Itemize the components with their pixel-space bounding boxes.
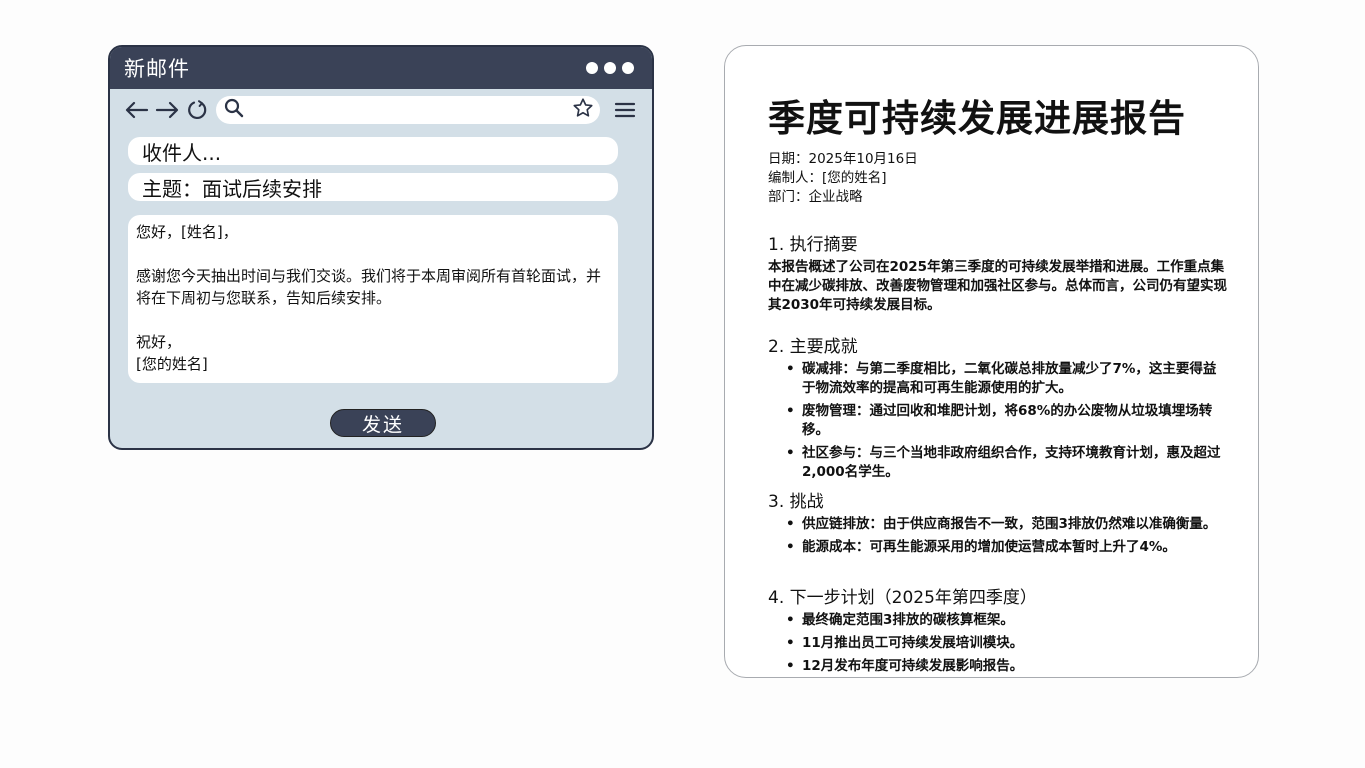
recipient-field[interactable]: 收件人...	[128, 137, 618, 165]
section-heading: 1. 执行摘要	[768, 235, 858, 255]
window-titlebar: 新邮件	[110, 47, 652, 89]
section-challenges: 3. 挑战 供应链排放：由于供应商报告不一致，范围3排放仍然难以准确衡量。 能源…	[768, 491, 1228, 561]
message-body[interactable]: 您好，[姓名]， 感谢您今天抽出时间与我们交谈。我们将于本周审阅所有首轮面试，并…	[128, 215, 618, 383]
report-document: 季度可持续发展进展报告 日期：2025年10月16日 编制人：[您的姓名] 部门…	[724, 45, 1259, 678]
window-title: 新邮件	[124, 57, 190, 81]
list-item: 最终确定范围3排放的碳核算框架。	[786, 611, 1228, 630]
report-meta: 日期：2025年10月16日 编制人：[您的姓名] 部门：企业战略	[768, 150, 918, 207]
dot	[622, 62, 634, 74]
closing-line: 祝好，	[136, 333, 182, 351]
report-date: 日期：2025年10月16日	[768, 151, 918, 167]
section-heading: 4. 下一步计划（2025年第四季度）	[768, 588, 1037, 608]
next-steps-list: 最终确定范围3排放的碳核算框架。 11月推出员工可持续发展培训模块。 12月发布…	[768, 611, 1228, 676]
greeting-line: 您好，[姓名]，	[136, 223, 238, 241]
list-item: 12月发布年度可持续发展影响报告。	[786, 657, 1228, 676]
subject-text: 主题：面试后续安排	[142, 176, 322, 201]
subject-field[interactable]: 主题：面试后续安排	[128, 173, 618, 201]
section-next-steps: 4. 下一步计划（2025年第四季度） 最终确定范围3排放的碳核算框架。 11月…	[768, 587, 1228, 677]
section-executive-summary: 1. 执行摘要 本报告概述了公司在2025年第三季度的可持续发展举措和进展。工作…	[768, 234, 1228, 315]
send-button[interactable]: 发送	[330, 409, 436, 437]
list-item: 碳减排：与第二季度相比，二氧化碳总排放量减少了7%，这主要得益于物流效率的提高和…	[786, 360, 1228, 398]
browser-toolbar	[110, 89, 652, 131]
more-options-icon[interactable]	[586, 62, 634, 74]
refresh-icon[interactable]	[182, 95, 212, 125]
list-item: 能源成本：可再生能源采用的增加使运营成本暂时上升了4%。	[786, 538, 1228, 557]
compose-window: 新邮件 收件人... 主题：面试后续安排 您好，[姓名]， 感谢您今天抽出时间与…	[108, 45, 654, 450]
achievements-list: 碳减排：与第二季度相比，二氧化碳总排放量减少了7%，这主要得益于物流效率的提高和…	[768, 360, 1228, 482]
section-achievements: 2. 主要成就 碳减排：与第二季度相比，二氧化碳总排放量减少了7%，这主要得益于…	[768, 336, 1228, 486]
report-author: 编制人：[您的姓名]	[768, 170, 887, 186]
section-heading: 3. 挑战	[768, 492, 824, 512]
list-item: 废物管理：通过回收和堆肥计划，将68%的办公废物从垃圾填埋场转移。	[786, 402, 1228, 440]
list-item: 供应链排放：由于供应商报告不一致，范围3排放仍然难以准确衡量。	[786, 515, 1228, 534]
signature-line: [您的姓名]	[136, 355, 208, 373]
message-paragraph: 感谢您今天抽出时间与我们交谈。我们将于本周审阅所有首轮面试，并将在下周初与您联系…	[136, 267, 602, 307]
recipient-placeholder: 收件人...	[142, 140, 222, 165]
back-arrow-icon[interactable]	[122, 95, 152, 125]
forward-arrow-icon[interactable]	[152, 95, 182, 125]
list-item: 11月推出员工可持续发展培训模块。	[786, 634, 1228, 653]
menu-icon[interactable]	[610, 95, 640, 125]
report-department: 部门：企业战略	[768, 189, 863, 205]
list-item: 社区参与：与三个当地非政府组织合作，支持环境教育计划，惠及超过2,000名学生。	[786, 444, 1228, 482]
dot	[604, 62, 616, 74]
section-paragraph: 本报告概述了公司在2025年第三季度的可持续发展举措和进展。工作重点集中在减少碳…	[768, 259, 1227, 313]
report-title: 季度可持续发展进展报告	[768, 97, 1186, 140]
star-icon[interactable]	[572, 97, 594, 123]
challenges-list: 供应链排放：由于供应商报告不一致，范围3排放仍然难以准确衡量。 能源成本：可再生…	[768, 515, 1228, 557]
address-bar[interactable]	[216, 96, 600, 124]
search-icon	[224, 98, 244, 122]
section-heading: 2. 主要成就	[768, 337, 858, 357]
dot	[586, 62, 598, 74]
address-input[interactable]	[250, 97, 566, 123]
